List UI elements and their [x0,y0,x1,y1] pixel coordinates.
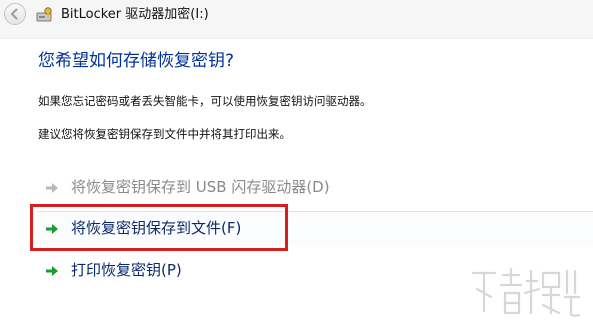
watermark-logo [471,267,581,317]
window-title: BitLocker 驱动器加密(I:) [61,7,209,22]
recommendation-text: 建议您将恢复密钥保存到文件中并将其打印出来。 [38,127,291,141]
back-button[interactable] [4,3,26,25]
save-to-usb-label: 将恢复密钥保存到 USB 闪存驱动器(D) [71,178,330,196]
page-title: 您希望如何存储恢复密钥? [38,51,235,71]
green-arrow-icon [46,266,58,276]
save-to-usb-option: 将恢复密钥保存到 USB 闪存驱动器(D) [37,171,593,205]
back-arrow-icon [10,8,18,20]
print-recovery-key-label: 打印恢复密钥(P) [71,261,182,279]
description-text: 如果您忘记密码或者丢失智能卡，可以使用恢复密钥访问驱动器。 [38,94,372,108]
window-titlebar: BitLocker 驱动器加密(I:) [0,0,593,39]
green-arrow-icon [46,183,58,193]
bitlocker-drive-key-icon [36,7,52,22]
highlight-box [30,204,288,251]
